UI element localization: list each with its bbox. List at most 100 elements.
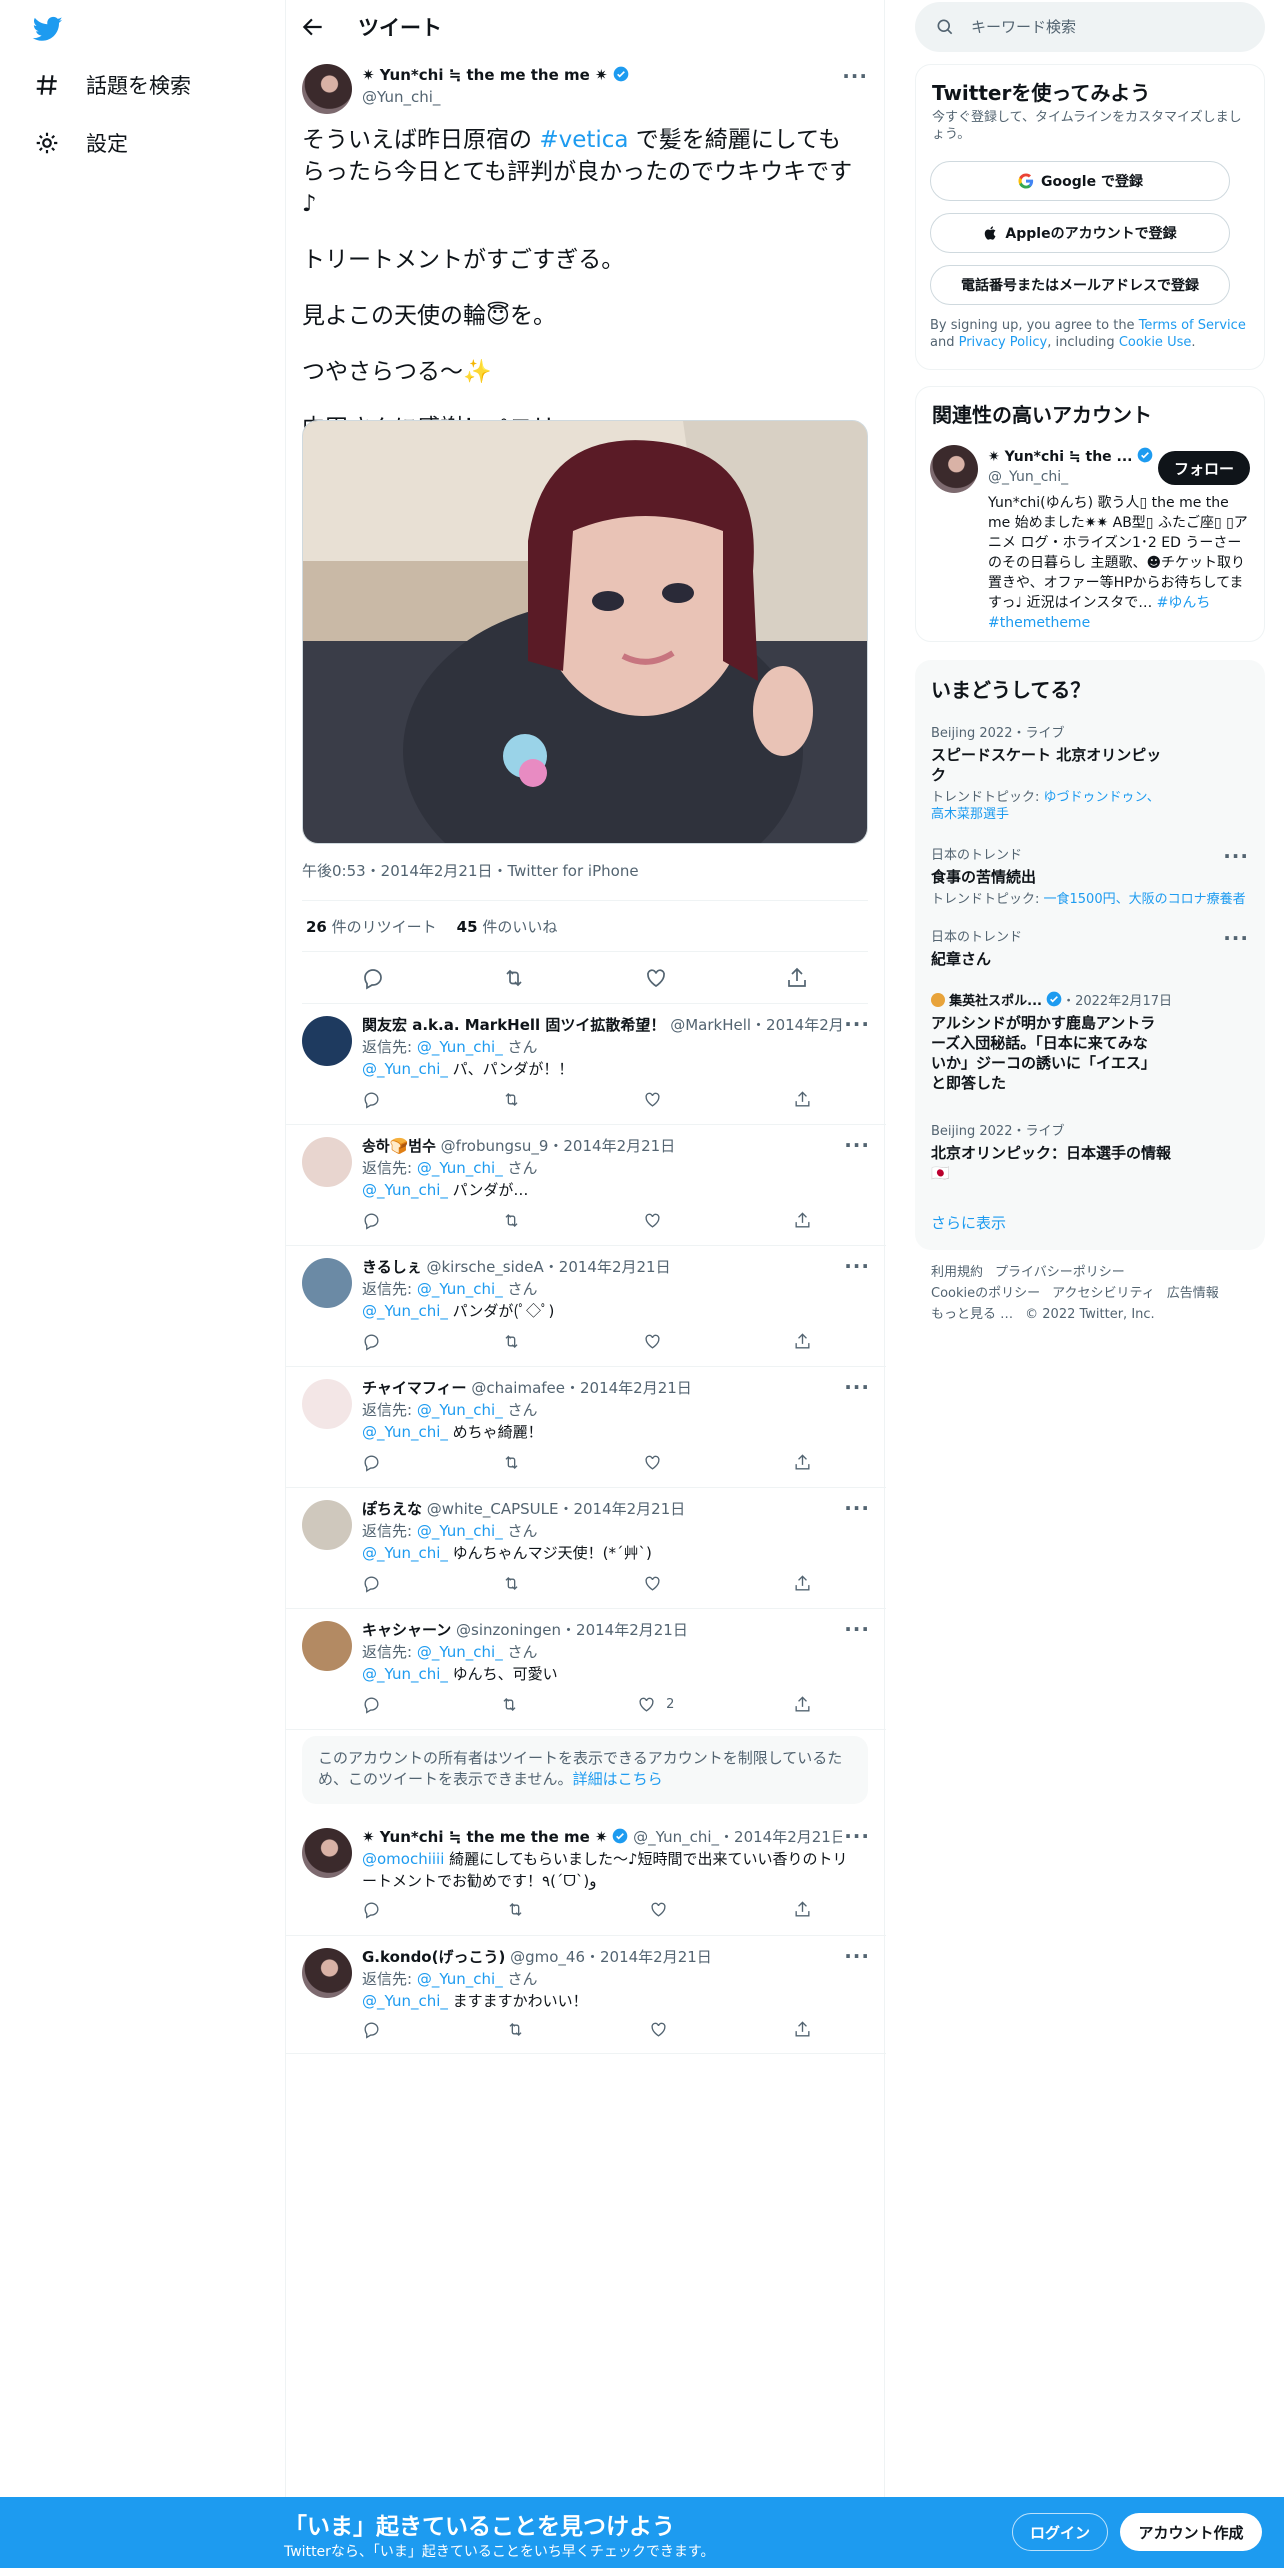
reply-button[interactable] <box>362 1090 381 1109</box>
reply-to-link[interactable]: @_Yun_chi_ <box>417 1401 503 1419</box>
trend-item[interactable]: 日本のトレンド 紀章さん <box>931 926 1251 969</box>
search-input[interactable] <box>971 18 1221 36</box>
login-button[interactable]: ログイン <box>1012 2513 1108 2551</box>
more-options-icon[interactable]: ··· <box>844 1133 870 1157</box>
table-row[interactable]: G.kondo(げっこう) @gmo_46・2014年2月21日 ··· 返信先… <box>286 1936 886 2054</box>
more-options-icon[interactable]: ··· <box>1223 926 1249 950</box>
reply-button[interactable] <box>362 1453 381 1472</box>
back-arrow-icon[interactable] <box>300 14 326 40</box>
table-row[interactable]: 송하🍞범수 @frobungsu_9・2014年2月21日 ··· 返信先: @_Y… <box>286 1125 886 1246</box>
more-options-icon[interactable]: ··· <box>844 1012 870 1036</box>
related-handle[interactable]: @_Yun_chi_ <box>988 469 1068 485</box>
nav-explore[interactable]: 話題を検索 <box>34 70 191 100</box>
retweet-button[interactable] <box>506 2020 525 2039</box>
reply-author-name[interactable]: 関友宏 a.k.a. MarkHell 固ツイ拡散希望！ <box>362 1016 665 1034</box>
reply-author-name[interactable]: キャシャーン <box>362 1621 451 1639</box>
retweet-icon[interactable] <box>502 966 526 990</box>
reply-avatar[interactable] <box>302 1828 352 1878</box>
reply-avatar[interactable] <box>302 1258 352 1308</box>
more-options-icon[interactable]: ··· <box>844 1375 870 1399</box>
mention-link[interactable]: @omochiiii <box>362 1850 444 1868</box>
like-button[interactable] <box>643 1574 672 1593</box>
trend-item[interactable]: Beijing 2022・ライブ 北京オリンピック：日本選手の情報 🇯🇵 <box>931 1120 1251 1183</box>
table-row[interactable]: 関友宏 a.k.a. MarkHell 固ツイ拡散希望！ @MarkHell・2… <box>286 1004 886 1125</box>
more-options-icon[interactable]: ··· <box>844 1254 870 1278</box>
reply-avatar[interactable] <box>302 1016 352 1066</box>
like-button[interactable] <box>643 1453 672 1472</box>
hashtag-link[interactable]: #ゆんち <box>1157 595 1211 611</box>
trend-item[interactable]: 日本のトレンド 食事の苦情続出 トレンドトピック: 一食1500円、大阪のコロナ… <box>931 844 1251 908</box>
like-button[interactable] <box>643 1211 672 1230</box>
share-button[interactable] <box>793 1900 812 1919</box>
like-button[interactable] <box>643 1090 672 1109</box>
share-button[interactable] <box>793 1695 812 1714</box>
cookie-use-link[interactable]: Cookie Use <box>1119 335 1192 350</box>
search-bar[interactable] <box>915 2 1265 52</box>
reply-to-link[interactable]: @_Yun_chi_ <box>417 1038 503 1056</box>
footer-link[interactable]: 利用規約 <box>931 1265 983 1280</box>
related-avatar[interactable] <box>930 445 978 493</box>
like-button[interactable] <box>649 1900 668 1919</box>
reply-button[interactable] <box>362 1574 381 1593</box>
reply-author-name[interactable]: きるしぇ <box>362 1258 422 1276</box>
reply-icon[interactable] <box>361 966 385 990</box>
like-button[interactable]: 2 <box>637 1695 674 1714</box>
reply-author-name[interactable]: ✷ Yun*chi ≒ the me the me ✷ <box>362 1828 608 1846</box>
more-options-icon[interactable]: ··· <box>842 64 868 88</box>
share-button[interactable] <box>793 1332 812 1351</box>
mention-link[interactable]: @_Yun_chi_ <box>362 1544 448 1562</box>
reply-avatar[interactable] <box>302 1948 352 1998</box>
table-row[interactable]: チャイマフィー @chaimafee・2014年2月21日 ··· 返信先: @_Y… <box>286 1367 886 1488</box>
mention-link[interactable]: @_Yun_chi_ <box>362 1423 448 1441</box>
like-stat[interactable]: 45 件のいいね <box>457 916 558 937</box>
trend-item[interactable]: Beijing 2022・ライブ スピードスケート 北京オリンピック トレンドト… <box>931 722 1251 823</box>
hashtag-link[interactable]: #themetheme <box>988 615 1090 631</box>
like-button[interactable] <box>643 1332 672 1351</box>
privacy-policy-link[interactable]: Privacy Policy <box>959 335 1048 350</box>
reply-button[interactable] <box>362 2020 381 2039</box>
share-button[interactable] <box>793 1090 812 1109</box>
show-more-link[interactable]: さらに表示 <box>931 1212 1006 1233</box>
reply-to-link[interactable]: @_Yun_chi_ <box>417 1280 503 1298</box>
more-options-icon[interactable]: ··· <box>844 1944 870 1968</box>
like-button[interactable] <box>649 2020 668 2039</box>
table-row[interactable]: キャシャーン @sinzoningen・2014年2月21日 ··· 返信先: @_… <box>286 1609 886 1730</box>
retweet-button[interactable] <box>502 1332 521 1351</box>
mention-link[interactable]: @_Yun_chi_ <box>362 1665 448 1683</box>
footer-link[interactable]: アクセシビリティ <box>1052 1286 1155 1301</box>
reply-avatar[interactable] <box>302 1621 352 1671</box>
twitter-logo-icon[interactable] <box>30 14 66 44</box>
reply-avatar[interactable] <box>302 1500 352 1550</box>
hashtag-link[interactable]: #vetica <box>539 127 628 153</box>
reply-avatar[interactable] <box>302 1137 352 1187</box>
more-options-icon[interactable]: ··· <box>1223 844 1249 868</box>
share-button[interactable] <box>793 2020 812 2039</box>
table-row[interactable]: きるしぇ @kirsche_sideA・2014年2月21日 ··· 返信先: @_… <box>286 1246 886 1367</box>
create-account-button[interactable]: アカウント作成 <box>1120 2513 1262 2551</box>
share-button[interactable] <box>793 1453 812 1472</box>
google-signup-button[interactable]: Google で登録 <box>930 161 1230 201</box>
retweet-button[interactable] <box>502 1090 521 1109</box>
mention-link[interactable]: @_Yun_chi_ <box>362 1060 448 1078</box>
table-row[interactable]: ✷ Yun*chi ≒ the me the me ✷ @_Yun_chi_・2… <box>286 1816 886 1936</box>
reply-to-link[interactable]: @_Yun_chi_ <box>417 1159 503 1177</box>
share-button[interactable] <box>793 1211 812 1230</box>
reply-author-name[interactable]: チャイマフィー <box>362 1379 467 1397</box>
footer-link[interactable]: Cookieのポリシー <box>931 1286 1040 1301</box>
footer-link[interactable]: 広告情報 <box>1167 1286 1219 1301</box>
mention-link[interactable]: @_Yun_chi_ <box>362 1181 448 1199</box>
retweet-button[interactable] <box>502 1211 521 1230</box>
trend-topic-link[interactable]: 一食1500円、大阪のコロナ療養者 <box>1044 892 1246 907</box>
main-tweet-author-handle[interactable]: @Yun_chi_ <box>362 88 440 106</box>
reply-button[interactable] <box>362 1332 381 1351</box>
learn-more-link[interactable]: 詳細はこちら <box>573 1770 663 1788</box>
related-name[interactable]: ✷ Yun*chi ≒ the ... <box>988 447 1153 465</box>
retweet-button[interactable] <box>502 1453 521 1472</box>
nav-settings[interactable]: 設定 <box>34 128 128 158</box>
mention-link[interactable]: @_Yun_chi_ <box>362 1302 448 1320</box>
more-options-icon[interactable]: ··· <box>844 1824 870 1848</box>
terms-of-service-link[interactable]: Terms of Service <box>1139 318 1246 333</box>
reply-author-name[interactable]: G.kondo(げっこう) <box>362 1948 505 1966</box>
reply-button[interactable] <box>362 1900 381 1919</box>
retweet-button[interactable] <box>506 1900 525 1919</box>
